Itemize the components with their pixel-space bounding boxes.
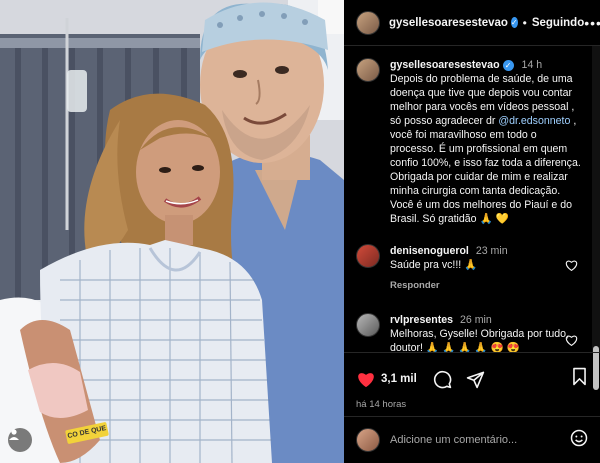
bookmark-icon[interactable]	[571, 367, 588, 391]
comment-like-heart-icon[interactable]	[565, 333, 578, 351]
add-comment-input[interactable]: Adicione um comentário...	[390, 434, 517, 446]
post-age[interactable]: há 14 horas	[344, 391, 600, 410]
share-icon[interactable]	[466, 370, 485, 389]
caption-verified-badge-icon: ✓	[502, 60, 514, 71]
add-comment-bar: Adicione um comentário...	[344, 416, 600, 463]
caption-avatar[interactable]	[356, 58, 380, 82]
post-caption: gysellesoaresestevao ✓ 14 h Depois do prob…	[344, 46, 592, 226]
post-photo-illustration	[0, 0, 344, 463]
post-side-panel: gysellesoaresestevao ✓ • Seguindo ••• gy…	[344, 0, 600, 463]
comment-text: Melhoras, Gyselle! Obrigada por tudo, do…	[390, 328, 570, 352]
viewer-avatar	[356, 428, 380, 452]
likes-count[interactable]: 3,1 mil	[381, 373, 417, 385]
separator-dot: •	[522, 15, 527, 30]
post-photo[interactable]: CO DE QUE	[0, 0, 344, 463]
commenter-avatar[interactable]	[356, 313, 380, 337]
comments-scroll-area[interactable]: gysellesoaresestevao ✓ 14 h Depois do prob…	[344, 46, 600, 352]
comment-time[interactable]: 23 min	[476, 245, 508, 257]
post-actions: 3,1 mil há 14 horas	[344, 352, 600, 412]
comment-time[interactable]: 26 min	[460, 314, 492, 326]
caption-text-2: , você foi maravilhoso em todo o process…	[390, 115, 581, 225]
comment-text: Saúde pra vc!!! 🙏	[390, 259, 478, 271]
tagged-users-icon[interactable]	[8, 428, 32, 452]
comment-username[interactable]: rvlpresentes	[390, 314, 453, 326]
post-header: gysellesoaresestevao ✓ • Seguindo •••	[344, 0, 600, 46]
comment-username[interactable]: denisenoguerol	[390, 245, 469, 257]
caption-username[interactable]: gysellesoaresestevao	[390, 59, 500, 71]
comment-icon[interactable]	[433, 370, 452, 389]
heart-filled-icon[interactable]	[356, 370, 376, 388]
caption-time[interactable]: 14 h	[522, 59, 543, 71]
reply-button[interactable]: Responder	[390, 279, 570, 293]
verified-badge-icon: ✓	[510, 17, 518, 28]
author-avatar[interactable]	[356, 10, 380, 35]
author-username[interactable]: gysellesoaresestevao	[389, 17, 508, 29]
following-button[interactable]: Seguindo	[532, 17, 584, 29]
more-options-icon[interactable]: •••	[584, 15, 600, 31]
commenter-avatar[interactable]	[356, 244, 380, 268]
comment-like-heart-icon[interactable]	[565, 258, 578, 276]
comment-item: denisenoguerol 23 min Saúde pra vc!!! 🙏 …	[344, 244, 592, 293]
comments-scrollbar[interactable]	[592, 46, 600, 390]
caption-mention-link[interactable]: @dr.edsonneto	[498, 115, 570, 127]
emoji-icon[interactable]	[570, 429, 588, 452]
comment-item: rvlpresentes 26 min Melhoras, Gyselle! O…	[344, 313, 592, 352]
